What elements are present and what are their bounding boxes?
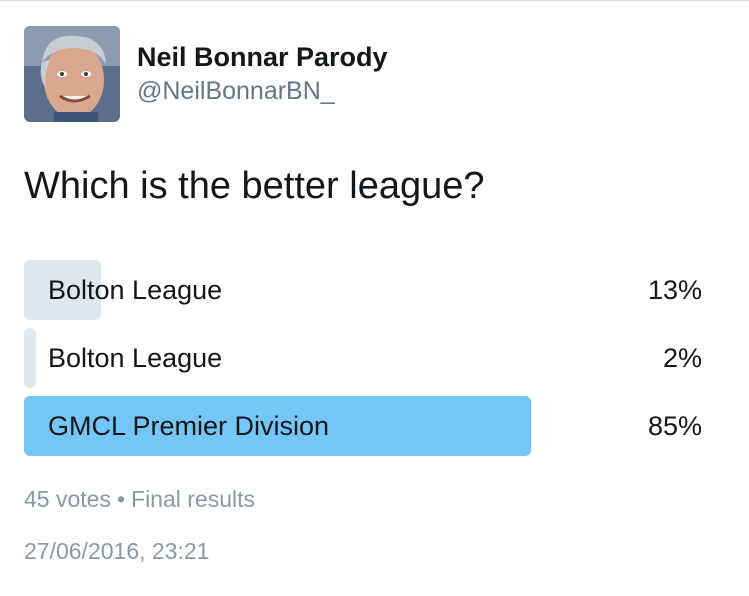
separator-dot: •: [116, 486, 126, 512]
poll-option-label: GMCL Premier Division: [48, 411, 330, 441]
avatar[interactable]: [24, 26, 120, 122]
poll-option-3: GMCL Premier Division 85%: [24, 396, 704, 456]
author-display-name[interactable]: Neil Bonnar Parody: [137, 42, 388, 73]
author-handle[interactable]: @NeilBonnarBN_: [137, 77, 335, 106]
poll-status: Final results: [131, 486, 255, 512]
poll-option-percent: 2%: [662, 343, 702, 373]
avatar-photo-icon: [24, 26, 120, 122]
poll-vote-count: 45 votes: [24, 486, 111, 512]
tweet-timestamp[interactable]: 27/06/2016, 23:21: [24, 538, 209, 565]
poll-option-label: Bolton League: [48, 275, 223, 305]
poll-meta: 45 votes • Final results: [24, 486, 255, 513]
poll-option-1: Bolton League 13%: [24, 260, 704, 320]
poll-question: Which is the better league?: [24, 165, 485, 207]
poll-option-percent: 85%: [647, 411, 702, 441]
poll-option-label: Bolton League: [48, 343, 223, 373]
top-divider: [0, 0, 749, 1]
poll-option-percent: 13%: [647, 275, 702, 305]
poll-option-2: Bolton League 2%: [24, 328, 704, 388]
poll-option-bar: [24, 328, 36, 388]
